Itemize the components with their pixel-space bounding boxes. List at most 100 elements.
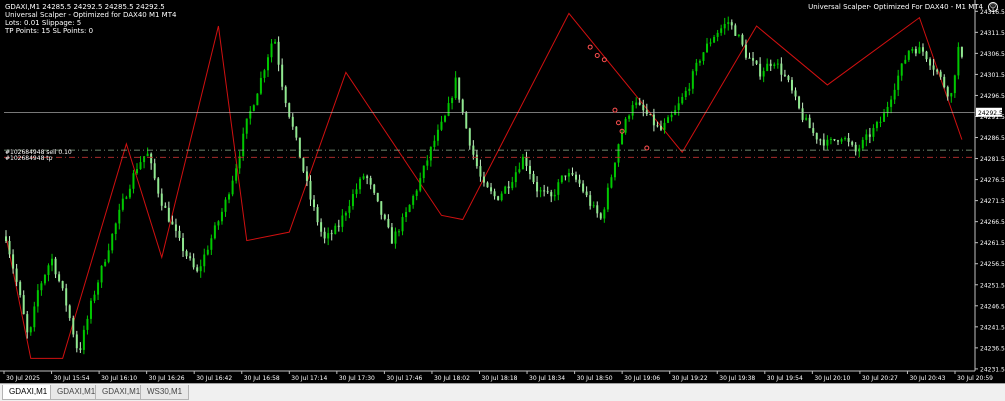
candle-body: [794, 90, 797, 97]
candle-body: [146, 153, 149, 157]
candle-body: [613, 162, 616, 178]
candle-body: [334, 225, 337, 234]
candle-body: [911, 49, 914, 51]
candle-body: [759, 63, 762, 77]
candle-body: [854, 144, 857, 152]
candle-body: [164, 205, 167, 208]
candle-body: [284, 86, 287, 104]
candle-body: [348, 206, 351, 213]
candle-body: [429, 146, 432, 161]
candle-body: [844, 138, 847, 140]
candle-body: [833, 138, 836, 141]
candle-body: [932, 65, 935, 70]
candle-body: [111, 233, 114, 251]
terminal-window: 24316.5 24311.5 24306.5 24301.5 24296.5 24291…: [0, 0, 1005, 401]
candle-body: [684, 90, 687, 98]
candle-body: [879, 121, 882, 123]
chart-canvas[interactable]: 24316.524311.524306.524301.524296.524291…: [0, 0, 1005, 383]
candle-body: [323, 231, 326, 239]
candle-body: [847, 138, 850, 142]
signal-marker: [615, 120, 621, 126]
candle-body: [851, 141, 854, 145]
candle-body: [167, 207, 170, 222]
candle-body: [401, 217, 404, 232]
candle-body: [196, 267, 199, 272]
candle-body: [815, 132, 818, 140]
chart-tab-bar: GDAXI,M1 GDAXI,M1 GDAXI,M1 WS30,M1: [0, 383, 1005, 401]
indicator-title: Universal Scalper- Optimized For DAX40 -…: [808, 3, 983, 11]
candle-body: [157, 178, 160, 194]
candle-body: [769, 63, 772, 66]
x-tick-label: 30 Jul 18:18: [482, 375, 518, 382]
price-chart[interactable]: 24316.5 24311.5 24306.5 24301.5 24296.5 24291…: [0, 0, 1005, 383]
candle-body: [514, 172, 517, 183]
candle-body: [755, 60, 758, 64]
candle-body: [649, 114, 652, 116]
candle-body: [776, 63, 779, 65]
y-tick-label: 24266.5: [980, 219, 1005, 226]
current-price-label: 24292.5: [978, 110, 1003, 117]
candle-body: [390, 227, 393, 244]
candle-body: [125, 197, 128, 199]
candle-body: [528, 165, 531, 174]
candle-body: [744, 44, 747, 58]
signal-marker: [594, 52, 600, 58]
candle-body: [553, 194, 556, 197]
candle-body: [5, 236, 7, 242]
signal-marker: [644, 145, 650, 151]
candle-body: [525, 156, 528, 166]
candle-body: [801, 108, 804, 120]
tab-ws30[interactable]: WS30,M1: [140, 385, 190, 400]
candle-body: [490, 187, 493, 192]
candle-body: [921, 47, 924, 52]
axis-layer: 24316.524311.524306.524301.524296.524291…: [0, 0, 1005, 382]
candle-body: [220, 211, 223, 222]
candle-body: [698, 60, 701, 63]
candle-body: [362, 176, 365, 179]
candle-body: [412, 195, 415, 205]
candle-body: [419, 178, 422, 191]
candle-body: [511, 182, 514, 189]
candle-body: [121, 198, 124, 210]
x-tick-label: 30 Jul 20:10: [814, 375, 850, 382]
candle-body: [677, 103, 680, 111]
candle-body: [97, 282, 100, 295]
candle-body: [603, 209, 606, 219]
candle-body: [606, 187, 609, 210]
candle-body: [900, 63, 903, 76]
candle-body: [341, 215, 344, 227]
candle-body: [26, 314, 29, 333]
candle-body: [925, 51, 928, 60]
candle-body: [330, 233, 333, 235]
signal-marker: [601, 57, 607, 63]
tp-order-label[interactable]: #102684948 tp: [5, 155, 52, 162]
y-tick-label: 24301.5: [980, 72, 1005, 79]
y-tick-label: 24246.5: [980, 303, 1005, 310]
candle-body: [65, 288, 68, 306]
candle-body: [475, 154, 478, 167]
candle-body: [383, 214, 386, 219]
candle-body: [667, 117, 670, 123]
candle-body: [408, 204, 411, 212]
candle-body: [624, 118, 627, 133]
tab-gdaxi-1[interactable]: GDAXI,M1: [2, 385, 55, 400]
candle-body: [359, 178, 362, 190]
candle-body: [819, 139, 822, 141]
points-info: TP Points: 15 SL Points: 0: [5, 27, 94, 35]
candle-body: [592, 205, 595, 207]
candle-body: [366, 176, 369, 179]
candle-body: [596, 205, 599, 214]
candle-body: [539, 190, 542, 192]
y-tick-label: 24311.5: [980, 30, 1005, 37]
x-tick-label: 30 Jul 16:42: [196, 375, 232, 382]
candle-body: [560, 175, 563, 183]
candle-body: [150, 153, 153, 164]
candle-body: [837, 140, 840, 142]
candle-body: [295, 126, 298, 138]
candle-body: [72, 318, 75, 335]
candle-body: [458, 77, 461, 100]
y-tick-label: 24261.5: [980, 240, 1005, 247]
y-tick-label: 24256.5: [980, 261, 1005, 268]
candle-body: [454, 77, 457, 99]
candle-body: [68, 305, 71, 319]
